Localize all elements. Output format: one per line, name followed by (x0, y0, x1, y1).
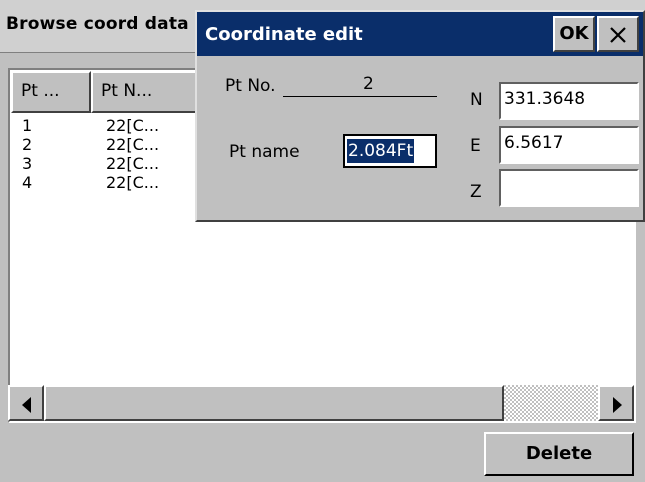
ok-button[interactable]: OK (553, 16, 595, 52)
pt-name-selected-text: 2.084Ft (347, 139, 415, 163)
dialog-title: Coordinate edit (205, 24, 363, 45)
scroll-thumb[interactable] (44, 385, 504, 421)
pt-name-label: Pt name (229, 142, 300, 162)
close-icon (610, 27, 626, 43)
e-label: E (470, 136, 481, 156)
row-3-name[interactable]: 22[C... (106, 154, 159, 174)
close-button[interactable] (597, 16, 639, 52)
row-2-pt[interactable]: 2 (22, 135, 32, 155)
row-4-pt[interactable]: 4 (22, 173, 32, 193)
pt-no-label: Pt No. (225, 76, 276, 96)
column-header-pt[interactable]: Pt ... (11, 71, 91, 113)
arrow-right-icon (613, 397, 622, 413)
pt-no-underline (283, 96, 437, 97)
pt-name-field[interactable]: 2.084Ft (343, 134, 437, 168)
z-label: Z (470, 182, 482, 202)
row-4-name[interactable]: 22[C... (106, 173, 159, 193)
scroll-right-button[interactable] (598, 385, 634, 421)
column-header-pt-name[interactable]: Pt N... (91, 71, 201, 113)
scroll-track[interactable] (504, 385, 598, 421)
e-field[interactable]: 6.5617 (499, 126, 639, 164)
scroll-left-button[interactable] (8, 385, 44, 421)
row-1-pt[interactable]: 1 (22, 116, 32, 136)
delete-button[interactable]: Delete (484, 432, 634, 476)
row-2-name[interactable]: 22[C... (106, 135, 159, 155)
z-field[interactable] (499, 169, 639, 207)
n-field[interactable]: 331.3648 (499, 82, 639, 120)
row-1-name[interactable]: 22[C... (106, 116, 159, 136)
window-title: Browse coord data (6, 14, 189, 34)
coordinate-edit-dialog: Coordinate edit OK Pt No. 2 Pt name 2.08… (195, 10, 645, 222)
horizontal-scrollbar[interactable] (8, 385, 634, 421)
n-label: N (470, 90, 483, 110)
arrow-left-icon (22, 397, 31, 413)
pt-no-value: 2 (363, 74, 374, 94)
dialog-title-bar: Coordinate edit OK (197, 12, 643, 56)
row-3-pt[interactable]: 3 (22, 154, 32, 174)
